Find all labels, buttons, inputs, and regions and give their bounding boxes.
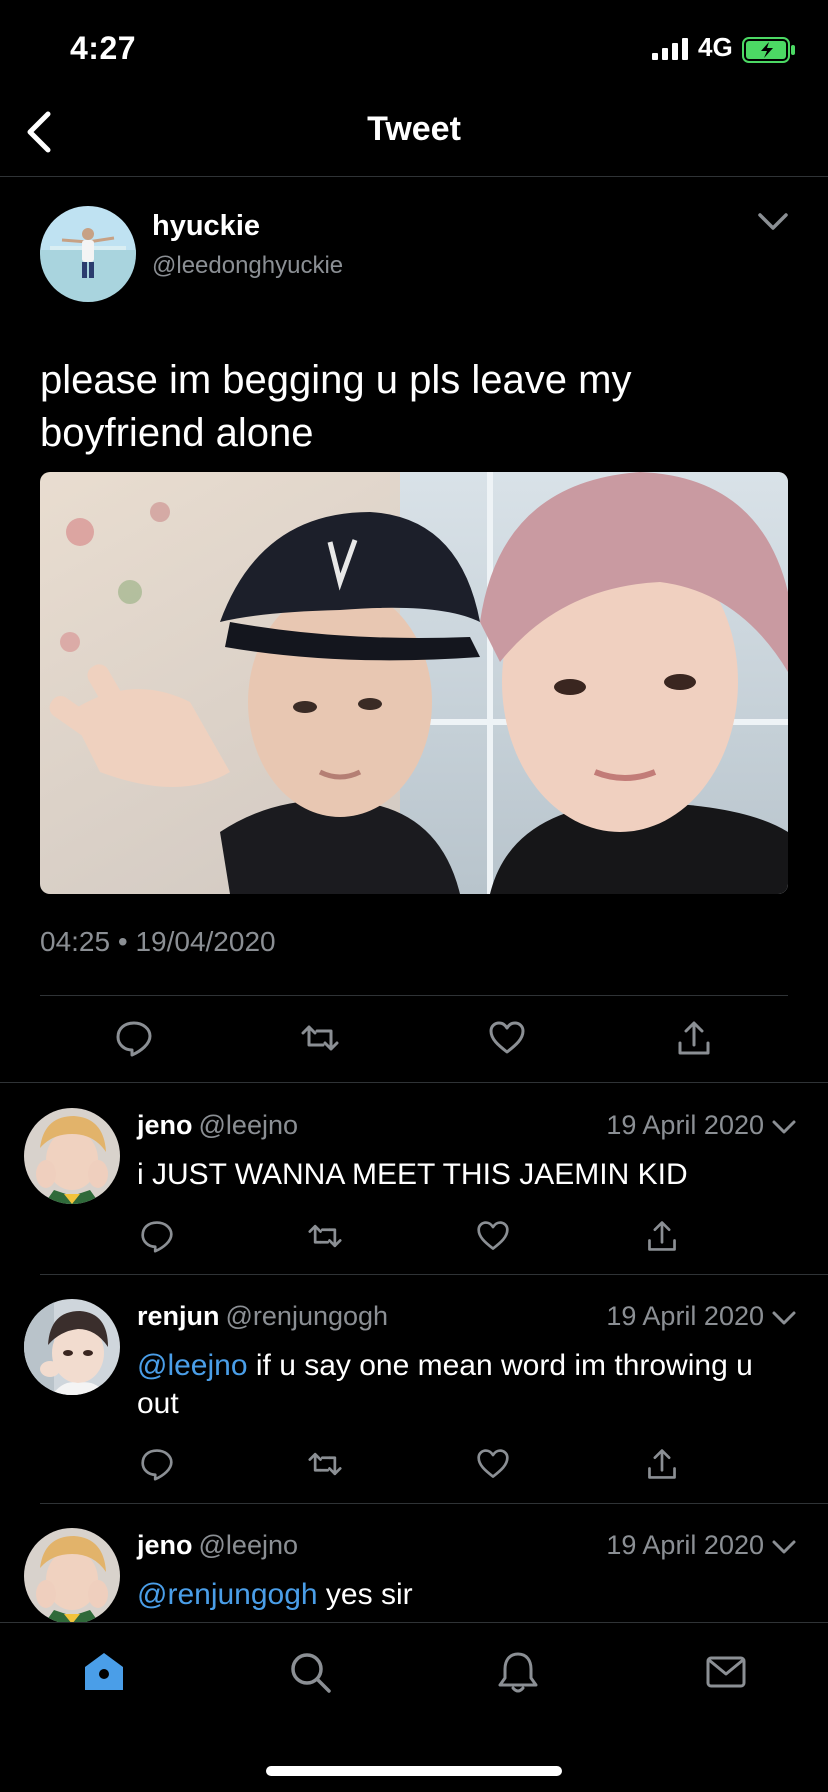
- reply-text: @renjungogh yes sir: [137, 1576, 797, 1614]
- retweet-icon[interactable]: [308, 1447, 342, 1481]
- reply-divider: [40, 1503, 828, 1504]
- author-name[interactable]: hyuckie: [152, 210, 260, 243]
- reply-author-name[interactable]: jeno: [137, 1110, 193, 1140]
- retweet-icon[interactable]: [308, 1219, 342, 1253]
- retweet-icon[interactable]: [301, 1019, 339, 1057]
- status-time: 4:27: [70, 30, 137, 66]
- reply-author-name[interactable]: renjun: [137, 1301, 220, 1331]
- reply-mention[interactable]: @leejno: [137, 1349, 248, 1382]
- author-avatar[interactable]: [40, 206, 136, 302]
- reply-date: 19 April 2020: [606, 1110, 764, 1140]
- reply-avatar[interactable]: [24, 1108, 120, 1204]
- home-indicator[interactable]: [266, 1766, 562, 1776]
- battery-icon: [742, 37, 795, 63]
- chevron-down-icon[interactable]: [756, 210, 790, 234]
- reply-text: @leejno if u say one mean word im throwi…: [137, 1347, 797, 1423]
- tweet-date: 19/04/2020: [135, 926, 276, 957]
- reply-header: jeno @leejno: [137, 1110, 298, 1141]
- share-icon[interactable]: [645, 1219, 679, 1253]
- tweet-time: 04:25: [40, 926, 111, 957]
- share-icon[interactable]: [645, 1447, 679, 1481]
- tweet-timestamp: 04:25 • 19/04/2020: [40, 926, 276, 958]
- reply-icon[interactable]: [115, 1019, 153, 1057]
- meta-divider: [40, 995, 788, 996]
- reply-author-handle[interactable]: @renjungogh: [226, 1301, 389, 1331]
- header-divider: [0, 176, 828, 177]
- chevron-down-icon[interactable]: [771, 1538, 797, 1556]
- reply-header: jeno @leejno: [137, 1530, 298, 1561]
- reply-body: yes sir: [317, 1578, 413, 1611]
- network-type: 4G: [698, 32, 733, 62]
- like-icon[interactable]: [476, 1447, 510, 1481]
- reply-icon[interactable]: [140, 1219, 174, 1253]
- like-icon[interactable]: [476, 1219, 510, 1253]
- search-icon[interactable]: [288, 1650, 332, 1694]
- messages-icon[interactable]: [704, 1650, 748, 1694]
- signal-icon: [652, 38, 688, 60]
- reply-body: i JUST WANNA MEET THIS JAEMIN KID: [137, 1158, 688, 1191]
- reply-avatar[interactable]: [24, 1528, 120, 1624]
- reply-avatar[interactable]: [24, 1299, 120, 1395]
- meta-separator: •: [117, 926, 128, 957]
- reply-divider: [40, 1274, 828, 1275]
- reply-date: 19 April 2020: [606, 1530, 764, 1560]
- chevron-down-icon[interactable]: [771, 1309, 797, 1327]
- tweet-text: please im begging u pls leave my boyfrie…: [40, 358, 632, 455]
- like-icon[interactable]: [488, 1019, 526, 1057]
- notifications-icon[interactable]: [496, 1650, 540, 1694]
- tweet-photo[interactable]: [40, 472, 788, 894]
- reply-author-handle[interactable]: @leejno: [199, 1110, 298, 1140]
- reply-author-name[interactable]: jeno: [137, 1530, 193, 1560]
- home-icon[interactable]: [82, 1650, 126, 1694]
- reply-date: 19 April 2020: [606, 1301, 764, 1331]
- share-icon[interactable]: [675, 1019, 713, 1057]
- reply-author-handle[interactable]: @leejno: [199, 1530, 298, 1560]
- author-handle[interactable]: @leedonghyuckie: [152, 252, 343, 280]
- reply-icon[interactable]: [140, 1447, 174, 1481]
- reply-header: renjun @renjungogh: [137, 1301, 388, 1332]
- page-title: Tweet: [367, 110, 461, 148]
- reply-text: i JUST WANNA MEET THIS JAEMIN KID: [137, 1156, 797, 1194]
- reply-mention[interactable]: @renjungogh: [137, 1578, 318, 1611]
- section-divider: [0, 1082, 828, 1083]
- chevron-down-icon[interactable]: [771, 1118, 797, 1136]
